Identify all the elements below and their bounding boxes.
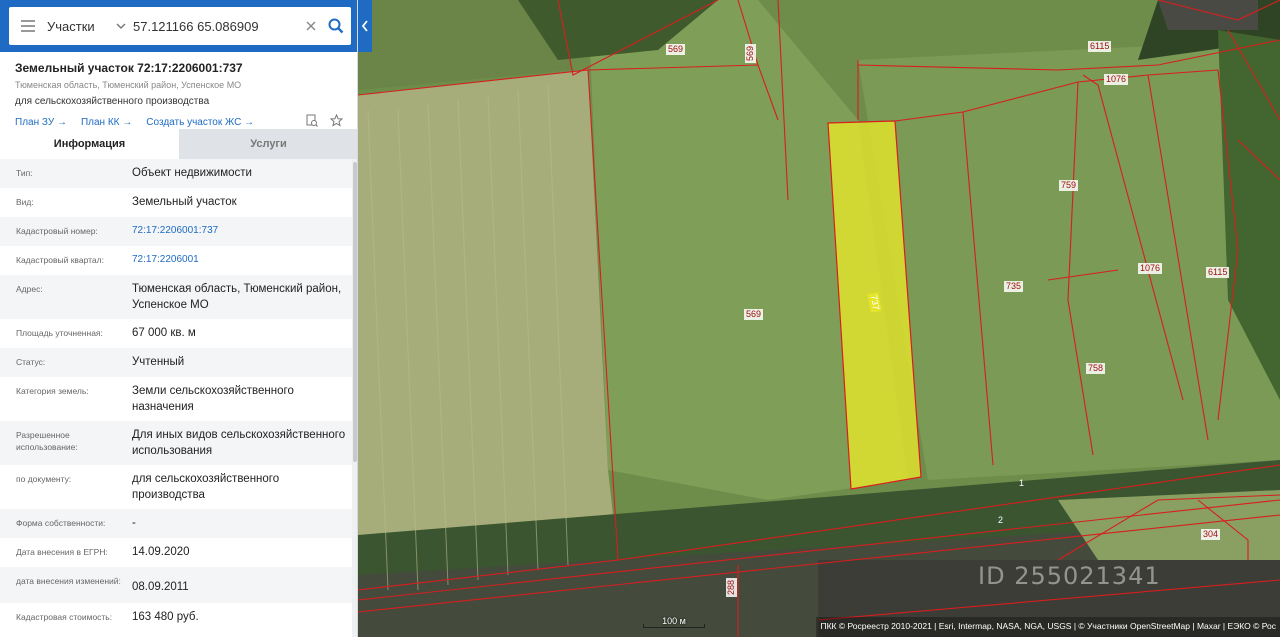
menu-icon[interactable] (9, 7, 47, 45)
info-row-cadastral-value: Кадастровая стоимость: 163 480 руб. (0, 603, 352, 632)
plan-zu-label: План ЗУ (15, 116, 55, 128)
info-key: Адрес: (16, 284, 43, 294)
parcel-label: 288 (726, 577, 738, 598)
info-value: Земельный участок (132, 196, 237, 208)
info-row-egrn-date: Дата внесения в ЕГРН: 14.09.2020 (0, 538, 352, 567)
create-zhs-label: Создать участок ЖС (146, 116, 242, 128)
parcel-label: 1076 (1104, 74, 1129, 85)
parcel-label: 569 (745, 43, 757, 64)
parcel-label: 569 (666, 44, 686, 55)
info-value: Земли сельскохозяйственного назначения (132, 385, 294, 413)
collapse-sidebar-button[interactable] (358, 0, 372, 52)
object-title: Земельный участок 72:17:2206001:737 (15, 61, 243, 75)
info-key: Кадастровый квартал: (16, 255, 104, 265)
object-purpose: для сельскохозяйственного производства (15, 96, 210, 107)
info-row-address: Адрес: Тюменская область, Тюменский район… (0, 275, 352, 319)
clear-icon[interactable] (301, 18, 321, 35)
info-row-status: Статус: Учтенный (0, 348, 352, 377)
info-value: Объект недвижимости (132, 167, 252, 179)
info-row-by-document: по документу: для сельскохозяйственного п… (0, 465, 352, 509)
info-value: 67 000 кв. м (132, 327, 196, 339)
arrow-right-icon: → (122, 116, 133, 128)
info-value: Учтенный (132, 356, 185, 368)
action-icons (306, 113, 344, 130)
cadastral-quarter-link[interactable]: 72:17:2206001 (132, 252, 352, 269)
info-value: для сельскохозяйственного производства (132, 473, 280, 501)
map-attribution[interactable]: ПКК © Росреестр 2010-2021 | Esri, Interm… (816, 617, 1280, 637)
info-value: 08.09.2011 (132, 581, 189, 593)
object-header: Земельный участок 72:17:2206001:737 Тюме… (0, 52, 357, 130)
scale-bar: 100 м (643, 616, 705, 628)
parcel-label: 6115 (1088, 41, 1112, 52)
info-row-cadastral-quarter: Кадастровый квартал: 72:17:2206001 (0, 246, 352, 275)
info-key: Тип: (16, 168, 33, 178)
tab-services[interactable]: Услуги (179, 129, 357, 159)
info-key: Форма собственности: (16, 518, 106, 528)
layer-select[interactable]: Участки (47, 19, 109, 34)
info-row-cadastral-number: Кадастровый номер: 72:17:2206001:737 (0, 217, 352, 246)
info-key: дата внесения изменений: (16, 576, 121, 586)
scale-bar-line (643, 624, 705, 628)
info-key: Статус: (16, 357, 46, 367)
info-row-area: Площадь уточненная: 67 000 кв. м (0, 319, 352, 348)
object-address: Тюменская область, Тюменский район, Успе… (15, 80, 242, 90)
satellite-map[interactable] (358, 0, 1280, 637)
info-row-type: Тип: Объект недвижимости (0, 159, 352, 188)
document-search-icon[interactable] (306, 114, 318, 130)
star-icon[interactable] (329, 113, 344, 130)
chevron-left-icon (361, 20, 368, 32)
arrow-right-icon: → (244, 116, 255, 128)
plan-kk-link[interactable]: План КК → (81, 117, 132, 128)
parcel-label: 569 (744, 309, 764, 320)
info-key: Категория земель: (16, 386, 89, 396)
info-value: 163 480 руб. (132, 611, 199, 623)
info-row-change-date: дата внесения изменений: 08.09.2011 (0, 567, 352, 603)
tab-information[interactable]: Информация (0, 129, 179, 159)
parcel-label: 1 (1019, 478, 1025, 488)
parcel-label: 6115 (1206, 267, 1230, 278)
info-row-ownership: Форма собственности: - (0, 509, 352, 538)
search-icon[interactable] (321, 7, 351, 45)
parcel-label: 735 (1004, 281, 1024, 292)
info-key: Разрешенное использование: (16, 430, 78, 452)
parcel-label: 758 (1086, 363, 1106, 374)
info-key: по документу: (16, 474, 72, 484)
info-key: Вид: (16, 197, 34, 207)
info-value: - (132, 517, 136, 529)
info-key: Площадь уточненная: (16, 328, 103, 338)
info-value: Тюменская область, Тюменский район, Успе… (132, 283, 342, 311)
parcel-label: 2 (998, 515, 1004, 525)
parcel-label: 759 (1059, 180, 1079, 191)
search-box: Участки 57.121166 65.086909 (9, 7, 351, 45)
info-key: Кадастровый номер: (16, 226, 98, 236)
info-row-permitted-use: Разрешенное использование: Для иных видов… (0, 421, 352, 465)
search-bar: Участки 57.121166 65.086909 (0, 0, 357, 52)
parcel-label: 1076 (1138, 263, 1163, 274)
info-row-kind: Вид: Земельный участок (0, 188, 352, 217)
scrollbar-thumb[interactable] (353, 162, 357, 462)
plan-kk-label: План КК (80, 116, 120, 128)
watermark: ID 255021341 (978, 562, 1161, 590)
arrow-right-icon: → (56, 116, 67, 128)
info-key: Кадастровая стоимость: (16, 612, 113, 622)
info-value: Для иных видов сельскохозяйственного исп… (132, 429, 346, 457)
info-sidebar: Участки 57.121166 65.086909 Земельный уч… (0, 0, 358, 637)
map-view[interactable]: 569 569 569 6115 1076 759 1076 6115 735 … (358, 0, 1280, 637)
cadastral-number-link[interactable]: 72:17:2206001:737 (132, 223, 352, 240)
info-value: 14.09.2020 (132, 546, 190, 558)
plan-zu-link[interactable]: План ЗУ → (15, 117, 67, 128)
info-table: Тип: Объект недвижимости Вид: Земельный уч… (0, 159, 352, 632)
chevron-down-icon[interactable] (109, 20, 133, 32)
info-key: Дата внесения в ЕГРН: (16, 547, 108, 557)
parcel-label: 304 (1201, 529, 1221, 540)
create-zhs-link[interactable]: Создать участок ЖС → (146, 117, 254, 128)
info-row-land-category: Категория земель: Земли сельскохозяйствен… (0, 377, 352, 421)
tabs: Информация Услуги (0, 129, 357, 159)
search-input[interactable]: 57.121166 65.086909 (133, 19, 301, 34)
object-links: План ЗУ → План КК → Создать участок ЖС → (15, 113, 344, 130)
